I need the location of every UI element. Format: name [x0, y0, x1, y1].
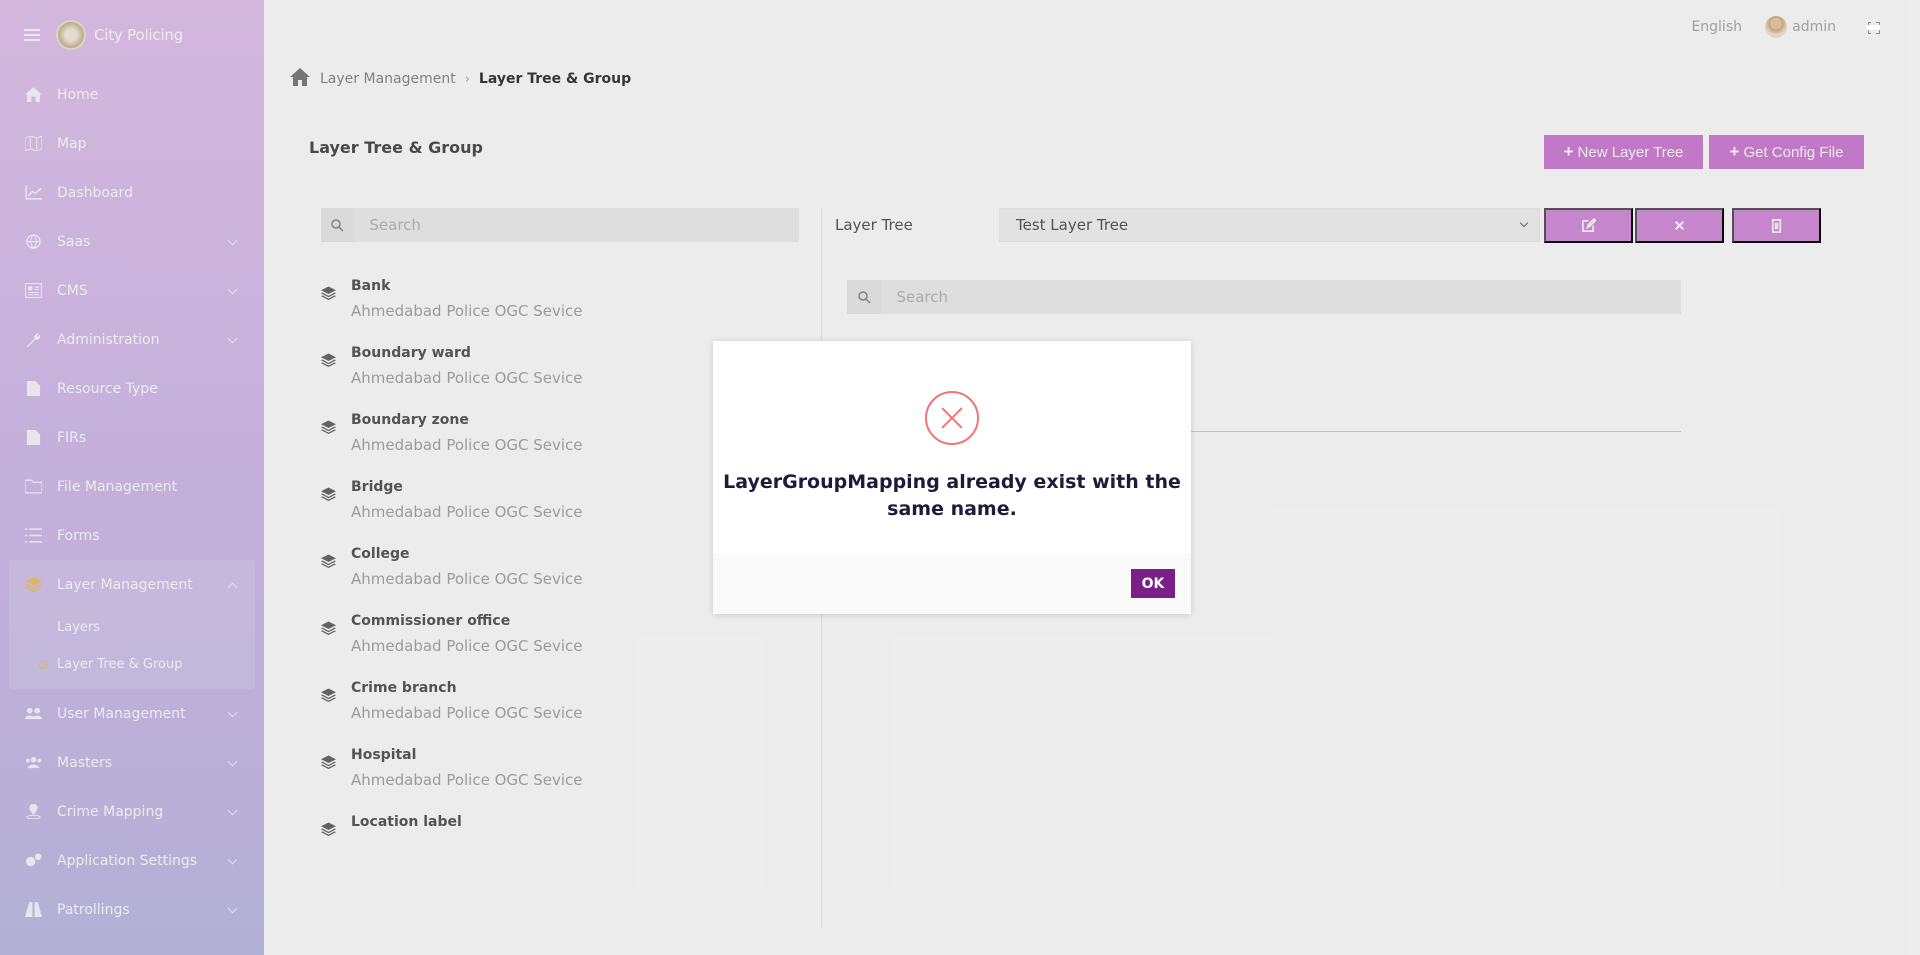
error-x-icon	[925, 391, 979, 445]
error-message: LayerGroupMapping already exist with the…	[723, 471, 1181, 520]
dialog-footer: OK	[713, 553, 1191, 614]
error-dialog: LayerGroupMapping already exist with the…	[713, 341, 1191, 614]
ok-button[interactable]: OK	[1131, 569, 1175, 598]
